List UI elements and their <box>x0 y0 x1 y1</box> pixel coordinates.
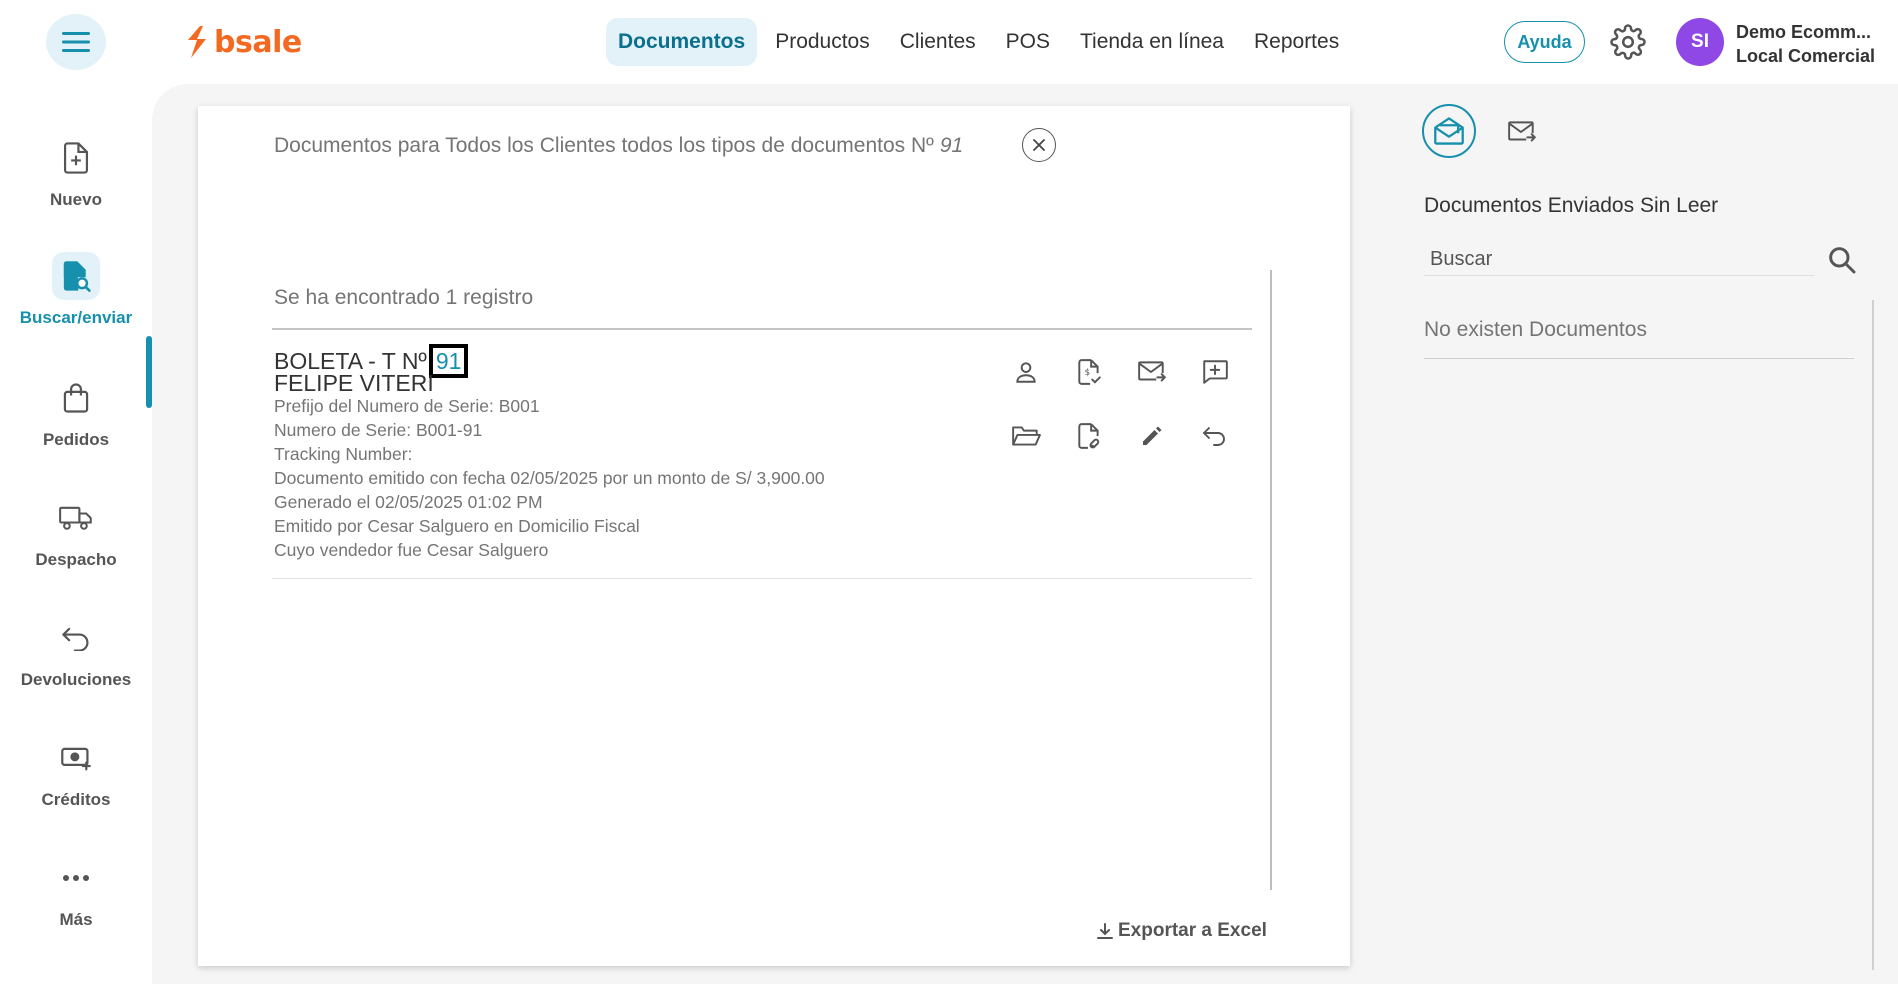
logo-text: bsale <box>214 24 302 60</box>
mail-forward-icon <box>1508 121 1536 142</box>
hamburger-icon <box>62 32 90 52</box>
sidebar-label: Devoluciones <box>20 670 132 689</box>
send-email-button[interactable] <box>1130 350 1174 394</box>
results-scrollbar[interactable] <box>1270 270 1272 890</box>
document-details: Prefijo del Numero de Serie: B001 Numero… <box>274 394 825 562</box>
nav-tienda-en-linea[interactable]: Tienda en línea <box>1068 18 1236 66</box>
tab-unread-documents[interactable] <box>1422 104 1476 158</box>
undo-icon <box>62 627 89 651</box>
export-label: Exportar a Excel <box>1118 920 1267 941</box>
sidebar-label: Despacho <box>35 550 117 569</box>
divider <box>1424 358 1854 359</box>
nav-reportes[interactable]: Reportes <box>1242 18 1351 66</box>
hamburger-menu-button[interactable] <box>46 14 106 70</box>
sidebar-item-devoluciones[interactable]: Devoluciones <box>0 614 152 714</box>
detail-line: Documento emitido con fecha 02/05/2025 p… <box>274 468 825 488</box>
file-link-icon <box>1078 423 1100 449</box>
detail-line: Emitido por Cesar Salguero en Domicilio … <box>274 516 640 536</box>
edit-button[interactable] <box>1130 414 1174 458</box>
return-button[interactable] <box>1193 414 1237 458</box>
view-client-button[interactable] <box>1004 350 1048 394</box>
unread-panel-title: Documentos Enviados Sin Leer <box>1424 194 1719 217</box>
document-client: FELIPE VITERI <box>274 370 434 396</box>
truck-icon <box>59 506 92 530</box>
sidebar-icon-wrap <box>52 734 100 782</box>
sidebar-label: Nuevo <box>50 190 102 209</box>
search-icon[interactable] <box>1826 244 1858 276</box>
sidebar-label: Créditos <box>41 790 111 809</box>
cash-plus-icon <box>61 747 91 771</box>
detail-line: Cuyo vendedor fue Cesar Salguero <box>274 540 549 560</box>
comment-plus-icon <box>1203 360 1228 384</box>
empty-state-text: No existen Documentos <box>1424 318 1647 341</box>
detail-line: Generado el 02/05/2025 01:02 PM <box>274 492 543 512</box>
sidebar-label: Pedidos <box>42 430 110 449</box>
mail-forward-icon <box>1138 361 1166 382</box>
results-card: Documentos para Todos los Clientes todos… <box>198 106 1350 966</box>
document-actions: $ <box>1004 350 1256 478</box>
results-title-number: 91 <box>939 134 964 157</box>
nav-clientes[interactable]: Clientes <box>888 18 988 66</box>
sidebar-item-mas[interactable]: Más <box>0 854 152 954</box>
bsale-logo[interactable]: bsale <box>184 20 302 64</box>
svg-text:$: $ <box>1085 368 1090 378</box>
file-check-icon: $ <box>1078 359 1101 385</box>
bolt-logo-icon <box>188 26 206 58</box>
sidebar-label: Buscar/enviar <box>19 308 133 327</box>
nav-productos[interactable]: Productos <box>763 18 882 66</box>
download-icon <box>1097 923 1113 939</box>
undo-icon <box>1203 427 1225 446</box>
open-folder-button[interactable] <box>1004 414 1048 458</box>
mail-open-icon <box>1434 117 1464 145</box>
detail-line: Prefijo del Numero de Serie: B001 <box>274 396 540 416</box>
sidebar-icon-wrap <box>52 854 100 902</box>
results-title-text: Documentos para Todos los Clientes todos… <box>274 134 934 157</box>
folder-open-icon <box>1012 426 1041 446</box>
sidebar: Nuevo Buscar/enviar Pedidos Despacho Dev… <box>0 84 152 984</box>
more-dots-icon <box>63 875 89 881</box>
results-title: Documentos para Todos los Clientes todos… <box>274 134 963 158</box>
panel-scrollbar[interactable] <box>1872 300 1874 970</box>
file-search-icon <box>63 261 91 292</box>
add-comment-button[interactable] <box>1193 350 1237 394</box>
sidebar-item-nuevo[interactable]: Nuevo <box>0 134 152 234</box>
sidebar-label: Más <box>59 910 93 929</box>
unread-search-input[interactable] <box>1424 244 1814 276</box>
nav-pos[interactable]: POS <box>994 18 1062 66</box>
avatar[interactable]: SI <box>1676 18 1724 66</box>
close-icon <box>1033 139 1045 151</box>
export-excel-button[interactable]: Exportar a Excel <box>1096 920 1267 942</box>
user-store: Local Comercial <box>1736 46 1876 66</box>
detail-line: Tracking Number: <box>274 444 413 464</box>
pencil-icon <box>1143 426 1162 445</box>
top-bar: bsale Documentos Productos Clientes POS … <box>0 0 1898 84</box>
sidebar-icon-wrap <box>52 134 100 182</box>
help-button[interactable]: Ayuda <box>1504 21 1585 63</box>
view-payment-button[interactable]: $ <box>1067 350 1111 394</box>
result-count: Se ha encontrado 1 registro <box>274 286 534 309</box>
gear-icon[interactable] <box>1610 24 1646 60</box>
sidebar-item-creditos[interactable]: Créditos <box>0 734 152 834</box>
share-link-button[interactable] <box>1067 414 1111 458</box>
sidebar-icon-wrap <box>52 494 100 542</box>
user-info[interactable]: Demo Ecomm... Local Comercial <box>1736 20 1875 68</box>
divider <box>272 578 1252 579</box>
tab-sent-documents[interactable] <box>1500 110 1544 154</box>
document-number-link[interactable]: 91 <box>428 344 469 378</box>
divider <box>272 328 1252 330</box>
sidebar-item-despacho[interactable]: Despacho <box>0 494 152 594</box>
shopping-bag-icon <box>63 383 89 413</box>
sidebar-icon-wrap <box>52 374 100 422</box>
sidebar-icon-wrap <box>52 614 100 662</box>
detail-line: Numero de Serie: B001-91 <box>274 420 483 440</box>
clear-filter-button[interactable] <box>1022 128 1056 162</box>
sidebar-item-buscar-enviar[interactable]: Buscar/enviar <box>0 252 152 352</box>
user-name: Demo Ecomm... <box>1736 22 1872 42</box>
user-icon <box>1016 362 1036 383</box>
nav-documentos[interactable]: Documentos <box>606 18 758 66</box>
file-plus-icon <box>63 142 89 174</box>
sidebar-item-pedidos[interactable]: Pedidos <box>0 374 152 474</box>
sidebar-icon-wrap <box>52 252 100 300</box>
main-nav: Documentos Productos Clientes POS Tienda… <box>606 18 1357 66</box>
